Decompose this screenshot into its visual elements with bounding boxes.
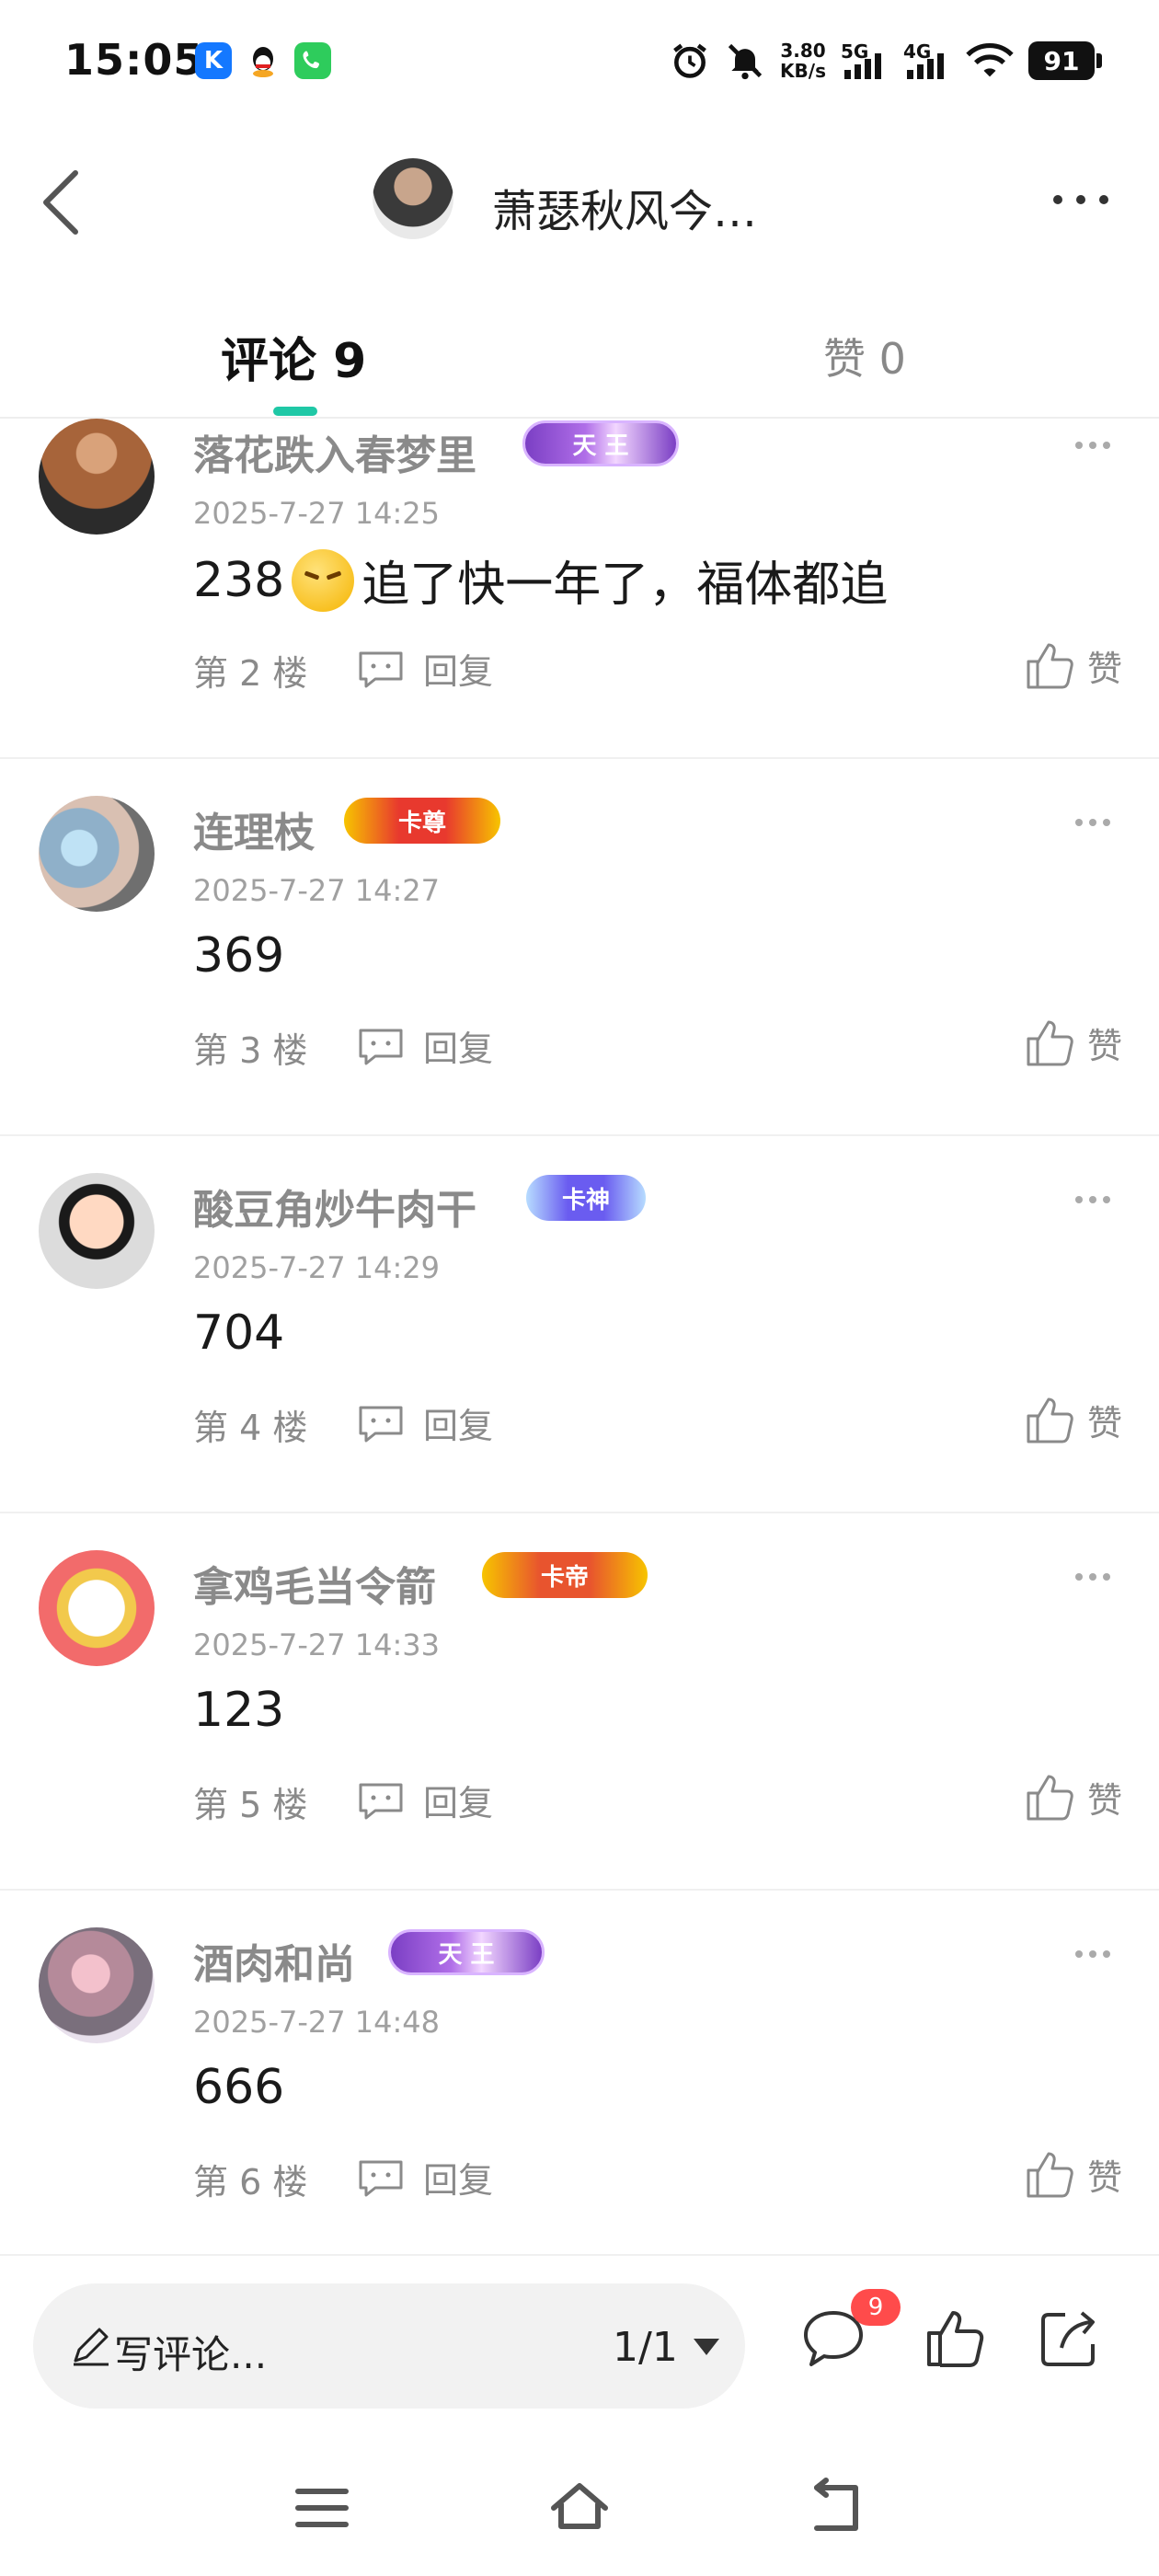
page-title[interactable]: 萧瑟秋风今… — [492, 175, 757, 239]
floor-number: 第 3 楼 — [193, 1030, 308, 1071]
comment-text: 238 追了快一年了，福体都追 — [193, 546, 888, 615]
comment-item: 连理枝 卡尊 2025-7-27 14:27 369 第 3 楼 回复 赞 — [0, 759, 1159, 1136]
level-badge: 天 王 — [388, 1929, 545, 1975]
more-options-icon[interactable] — [1049, 184, 1113, 215]
tab-active-indicator — [273, 407, 317, 416]
battery-indicator: 91 — [1028, 41, 1102, 80]
like-button[interactable]: 赞 — [1023, 639, 1122, 691]
thumbs-up-icon — [1027, 643, 1073, 689]
comment-text: 123 — [193, 1683, 285, 1738]
like-button[interactable]: 赞 — [1023, 2148, 1122, 2200]
user-avatar[interactable] — [39, 796, 155, 912]
comment-more-icon[interactable] — [1073, 1948, 1113, 1961]
back-arrow-icon[interactable] — [28, 166, 101, 239]
page-indicator[interactable]: 1/1 — [613, 2324, 678, 2371]
user-avatar[interactable] — [39, 1550, 155, 1666]
floor-number: 第 4 楼 — [193, 1408, 308, 1448]
reply-icon — [359, 2160, 403, 2196]
thumbs-up-icon — [1027, 1020, 1073, 1066]
home-icon[interactable] — [546, 2475, 613, 2541]
author-avatar[interactable] — [373, 158, 453, 239]
like-button[interactable]: 赞 — [1023, 1771, 1122, 1823]
comment-text: 369 — [193, 928, 285, 983]
reply-icon — [359, 1783, 403, 1819]
comment-list[interactable]: 落花跌入春梦里 天 王 2025-7-27 14:25 238 追了快一年了，福… — [0, 419, 1159, 2249]
share-icon[interactable] — [1032, 2302, 1106, 2375]
reply-button[interactable]: 回复 — [355, 2152, 493, 2202]
comment-time: 2025-7-27 14:29 — [193, 1250, 440, 1285]
user-avatar[interactable] — [39, 419, 155, 535]
system-nav-bar — [0, 2438, 1159, 2576]
like-button[interactable]: 赞 — [1023, 1394, 1122, 1445]
reply-icon — [359, 1406, 403, 1442]
reply-icon — [359, 651, 403, 687]
user-name[interactable]: 酸豆角炒牛肉干 — [193, 1177, 476, 1236]
tab-bar: 评论 9 赞 0 — [0, 304, 1159, 419]
like-button[interactable]: 赞 — [1023, 1017, 1122, 1068]
reply-icon — [359, 1029, 403, 1064]
user-avatar[interactable] — [39, 1173, 155, 1289]
user-avatar[interactable] — [39, 1927, 155, 2043]
floor-number: 第 2 楼 — [193, 653, 308, 694]
reply-button[interactable]: 回复 — [355, 1397, 493, 1448]
reply-button[interactable]: 回复 — [355, 1020, 493, 1071]
comment-time: 2025-7-27 14:25 — [193, 496, 440, 531]
user-name[interactable]: 酒肉和尚 — [193, 1931, 355, 1990]
phone-app-icon — [294, 42, 331, 79]
user-name[interactable]: 落花跌入春梦里 — [193, 422, 476, 481]
network-speed: 3.80 KB/s — [780, 40, 826, 82]
caret-down-icon[interactable] — [692, 2335, 721, 2357]
comment-time: 2025-7-27 14:48 — [193, 2005, 440, 2040]
comment-input-placeholder[interactable]: 写评论... — [114, 2324, 267, 2380]
status-bar: 15:05 K 3.80 KB/s 5G 4G 91 — [0, 0, 1159, 129]
thumbs-up-icon — [1027, 1397, 1073, 1443]
qq-icon — [245, 42, 281, 79]
wifi-icon — [966, 43, 1014, 77]
level-badge: 天 王 — [522, 420, 679, 466]
comment-count-badge: 9 — [851, 2289, 901, 2326]
status-time: 15:05 — [64, 35, 204, 85]
menu-icon[interactable] — [289, 2475, 355, 2541]
signal-icon: 5G — [841, 40, 889, 81]
reply-button[interactable]: 回复 — [355, 643, 493, 694]
thumbs-up-icon[interactable] — [920, 2302, 993, 2375]
grimace-emoji-icon — [292, 548, 355, 612]
user-name[interactable]: 拿鸡毛当令箭 — [193, 1554, 436, 1613]
mute-icon — [728, 43, 763, 80]
user-name[interactable]: 连理枝 — [193, 799, 315, 858]
back-nav-icon[interactable] — [804, 2475, 870, 2541]
level-badge: 卡神 — [526, 1175, 646, 1221]
comment-item: 酸豆角炒牛肉干 卡神 2025-7-27 14:29 704 第 4 楼 回复 … — [0, 1136, 1159, 1513]
alarm-icon — [673, 43, 706, 78]
comment-time: 2025-7-27 14:27 — [193, 873, 440, 908]
signal-icon-2: 4G — [903, 40, 951, 81]
bottom-action-bar: 写评论... 1/1 9 — [0, 2254, 1159, 2438]
thumbs-up-icon — [1027, 2152, 1073, 2198]
comment-more-icon[interactable] — [1073, 816, 1113, 829]
comment-more-icon[interactable] — [1073, 439, 1113, 452]
floor-number: 第 5 楼 — [193, 1785, 308, 1825]
pencil-icon — [74, 2328, 109, 2366]
comment-compose-box[interactable]: 写评论... 1/1 — [33, 2283, 745, 2409]
comment-time: 2025-7-27 14:33 — [193, 1627, 440, 1662]
comment-item: 酒肉和尚 天 王 2025-7-27 14:48 666 第 6 楼 回复 赞 — [0, 1891, 1159, 2249]
thumbs-up-icon — [1027, 1775, 1073, 1821]
level-badge: 卡尊 — [344, 798, 500, 844]
comment-more-icon[interactable] — [1073, 1570, 1113, 1583]
tab-comments[interactable]: 评论 9 — [221, 322, 366, 391]
comment-text: 666 — [193, 2060, 285, 2115]
reply-button[interactable]: 回复 — [355, 1775, 493, 1825]
k-app-icon: K — [195, 42, 232, 79]
tab-likes[interactable]: 赞 0 — [823, 326, 906, 386]
comment-item: 拿鸡毛当令箭 卡帝 2025-7-27 14:33 123 第 5 楼 回复 赞 — [0, 1513, 1159, 1891]
comment-item: 落花跌入春梦里 天 王 2025-7-27 14:25 238 追了快一年了，福… — [0, 419, 1159, 759]
level-badge: 卡帝 — [482, 1552, 648, 1598]
comment-more-icon[interactable] — [1073, 1193, 1113, 1206]
floor-number: 第 6 楼 — [193, 2162, 308, 2202]
comment-text: 704 — [193, 1305, 285, 1361]
